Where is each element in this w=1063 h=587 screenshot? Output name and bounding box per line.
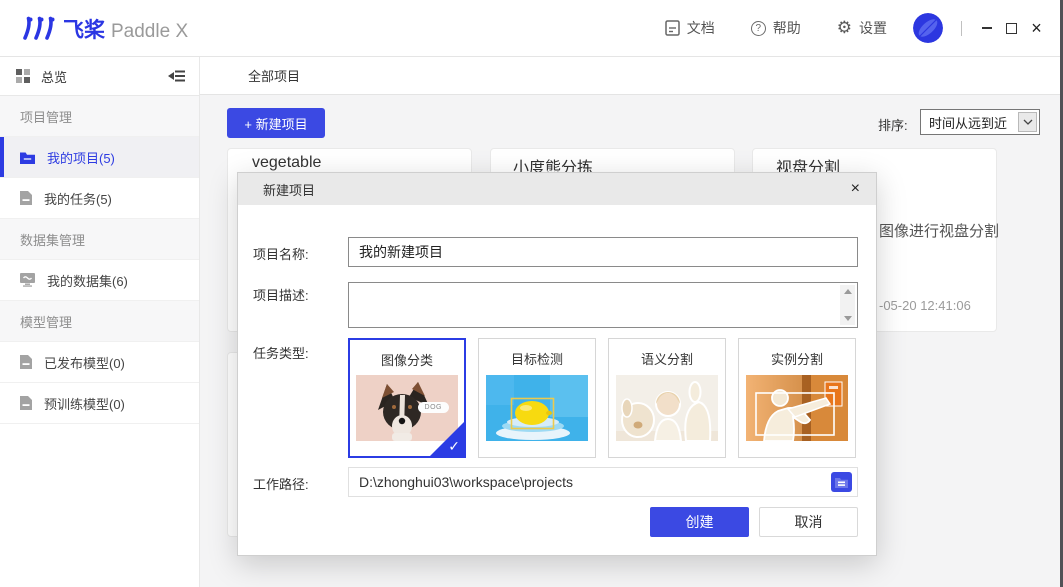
maximize-icon (1006, 23, 1017, 34)
scroll-up-icon[interactable] (844, 289, 852, 294)
help-menu-item[interactable]: ? 帮助 (751, 18, 801, 38)
sidebar-item-my-tasks[interactable]: 我的任务(5) (0, 178, 199, 219)
object-detection-thumbnail (486, 375, 588, 441)
overview-grid-icon (16, 69, 30, 83)
task-type-title: 图像分类 (350, 350, 464, 369)
section-header-label: 数据集管理 (20, 230, 85, 249)
scroll-down-icon[interactable] (844, 316, 852, 321)
paddle-logo-icon (22, 15, 58, 41)
task-type-title: 语义分割 (609, 349, 725, 368)
project-description-field (348, 282, 858, 328)
settings-menu-label: 设置 (859, 18, 887, 38)
dialog-header: 新建项目 × (238, 173, 876, 205)
project-card-title: vegetable (252, 154, 321, 172)
textarea-scrollbar[interactable] (840, 285, 855, 325)
instance-segmentation-thumbnail (746, 375, 848, 441)
new-project-dialog: 新建项目 × 项目名称: 项目描述: 任务类型: 图像分类 (237, 172, 877, 556)
section-header-label: 项目管理 (20, 107, 72, 126)
new-project-button[interactable]: + 新建项目 (227, 108, 325, 138)
create-button[interactable]: 创建 (650, 507, 749, 537)
dataset-monitor-icon (20, 273, 35, 287)
sidebar-item-my-datasets[interactable]: 我的数据集(6) (0, 260, 199, 301)
sidebar-item-label: 已发布模型(0) (44, 353, 125, 372)
collapse-sidebar-icon[interactable] (168, 69, 185, 83)
sidebar-overview-label: 总览 (41, 67, 168, 86)
docs-menu-label: 文档 (687, 18, 715, 38)
docs-menu-item[interactable]: 文档 (665, 18, 715, 38)
help-icon: ? (751, 21, 766, 36)
close-window-button[interactable]: × (1024, 15, 1049, 41)
logo-text-cn: 飞桨 (63, 20, 105, 41)
sort-selected-value: 时间从远到近 (929, 113, 1007, 132)
minimize-button[interactable] (974, 15, 999, 41)
document-icon (665, 20, 680, 36)
settings-menu-item[interactable]: ⚙ 设置 (837, 18, 887, 38)
project-name-input[interactable] (348, 237, 858, 267)
page-header: 全部项目 (200, 57, 1063, 95)
folder-icon (835, 477, 848, 488)
close-icon: × (1031, 19, 1042, 37)
task-type-image-classification[interactable]: 图像分类 DOG ✓ (348, 338, 466, 458)
dialog-title: 新建项目 (263, 180, 315, 199)
sidebar-item-label: 我的项目(5) (47, 148, 115, 167)
model-document-icon (20, 355, 32, 369)
help-menu-label: 帮助 (773, 18, 801, 38)
paddlex-window: 飞桨 Paddle X 文档 ? 帮助 ⚙ 设置 (0, 0, 1063, 587)
sidebar-section-model-management: 模型管理 (0, 301, 199, 342)
sidebar-item-label: 预训练模型(0) (44, 394, 125, 413)
project-description-input[interactable] (349, 283, 839, 327)
check-icon: ✓ (448, 439, 460, 455)
sidebar-item-my-projects[interactable]: 我的项目(5) (0, 137, 199, 178)
gear-icon: ⚙ (837, 20, 852, 37)
avatar[interactable] (913, 13, 943, 43)
page-title: 全部项目 (248, 66, 300, 85)
semantic-segmentation-thumbnail (616, 375, 718, 441)
sidebar-item-pretrained-models[interactable]: 预训练模型(0) (0, 383, 199, 424)
task-type-title: 实例分割 (739, 349, 855, 368)
folder-icon (20, 151, 35, 164)
sidebar-section-project-management: 项目管理 (0, 96, 199, 137)
maximize-button[interactable] (999, 15, 1024, 41)
task-type-label: 任务类型: (253, 343, 309, 362)
section-header-label: 模型管理 (20, 312, 72, 331)
sidebar-item-overview[interactable]: 总览 (0, 57, 199, 96)
task-type-instance-segmentation[interactable]: 实例分割 (738, 338, 856, 458)
model-document-icon (20, 396, 32, 410)
titlebar-menu: 文档 ? 帮助 ⚙ 设置 (629, 18, 887, 38)
project-card-created-time: -05-20 12:41:06 (879, 298, 971, 313)
sidebar-item-published-models[interactable]: 已发布模型(0) (0, 342, 199, 383)
titlebar-divider (961, 21, 962, 36)
minimize-icon (982, 27, 992, 29)
project-name-label: 项目名称: (253, 244, 309, 263)
sidebar: 总览 项目管理 我的项目(5) (0, 57, 200, 587)
dog-label-badge: DOG (418, 402, 449, 413)
logo-text-en: Paddle X (111, 22, 188, 41)
browse-folder-button[interactable] (831, 472, 852, 492)
sidebar-item-label: 我的任务(5) (44, 189, 112, 208)
task-type-title: 目标检测 (479, 349, 595, 368)
titlebar: 飞桨 Paddle X 文档 ? 帮助 ⚙ 设置 (0, 0, 1063, 57)
dialog-close-icon[interactable]: × (851, 181, 860, 197)
help-glyph: ? (755, 23, 761, 34)
project-card-description: 图像进行视盘分割 (879, 220, 999, 241)
sort-label: 排序: (878, 115, 908, 134)
task-type-object-detection[interactable]: 目标检测 (478, 338, 596, 458)
sidebar-item-label: 我的数据集(6) (47, 271, 128, 290)
chevron-down-icon (1018, 112, 1037, 132)
app-logo: 飞桨 Paddle X (22, 15, 188, 41)
cancel-button[interactable]: 取消 (759, 507, 858, 537)
task-type-semantic-segmentation[interactable]: 语义分割 (608, 338, 726, 458)
sidebar-section-dataset-management: 数据集管理 (0, 219, 199, 260)
project-description-label: 项目描述: (253, 285, 309, 304)
work-path-input[interactable] (348, 467, 858, 497)
sort-select[interactable]: 时间从远到近 (920, 109, 1040, 135)
work-path-label: 工作路径: (253, 474, 309, 493)
tasks-document-icon (20, 191, 32, 205)
